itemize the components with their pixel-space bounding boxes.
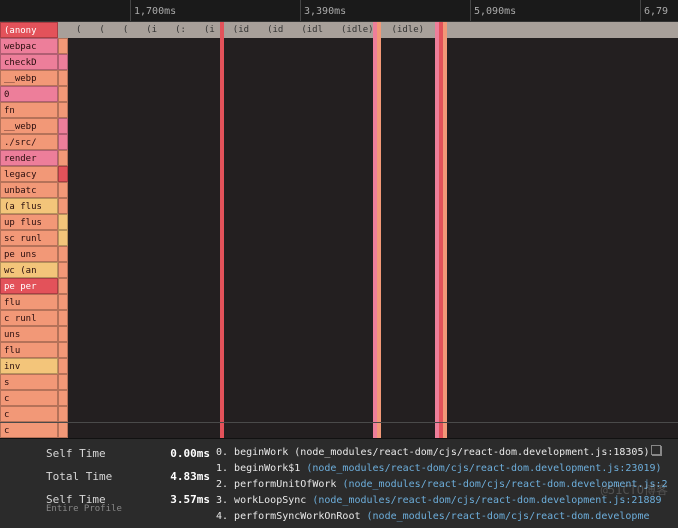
metric-label: Self TimeEntire Profile	[46, 493, 122, 514]
flame-chart-panel: 1,700ms3,390ms5,090ms6,79 ((((i(:(i(id(i…	[0, 0, 678, 528]
flame-stripe[interactable]	[220, 22, 224, 478]
copy-icon[interactable]	[652, 446, 662, 456]
ruler-tick: 6,79	[640, 0, 668, 21]
metric-row: Self TimeEntire Profile 3.57ms	[46, 493, 210, 514]
metric-value: 3.57ms	[170, 493, 210, 514]
metric-row: Self Time 0.00ms	[46, 447, 210, 460]
details-metrics: Self Time 0.00ms Total Time 4.83ms Self Time…	[46, 439, 216, 528]
metric-value: 4.83ms	[170, 470, 210, 483]
details-panel: Self Time 0.00ms Total Time 4.83ms Self Time…	[0, 438, 678, 528]
metric-row: Total Time 4.83ms	[46, 470, 210, 483]
flame-stripe[interactable]	[377, 22, 381, 478]
stack-frame-row[interactable]: 4. performSyncWorkOnRoot (node_modules/r…	[216, 509, 678, 525]
stack-frame-row[interactable]: 1. beginWork$1 (node_modules/react-dom/c…	[216, 461, 678, 477]
horizontal-separator	[0, 422, 678, 423]
ruler-tick: 1,700ms	[130, 0, 176, 21]
watermark-text: @51CTO博客	[601, 481, 668, 498]
ruler-tick: 5,090ms	[470, 0, 516, 21]
details-gutter	[0, 439, 46, 528]
metric-label: Total Time	[46, 470, 112, 483]
time-ruler[interactable]: 1,700ms 3,390ms 5,090ms 6,79	[0, 0, 678, 22]
metric-label: Self Time	[46, 447, 106, 460]
stack-frame-row[interactable]: 0. beginWork (node_modules/react-dom/cjs…	[216, 445, 678, 461]
metric-value: 0.00ms	[170, 447, 210, 460]
ruler-tick: 3,390ms	[300, 0, 346, 21]
flame-stripe[interactable]	[443, 22, 447, 478]
